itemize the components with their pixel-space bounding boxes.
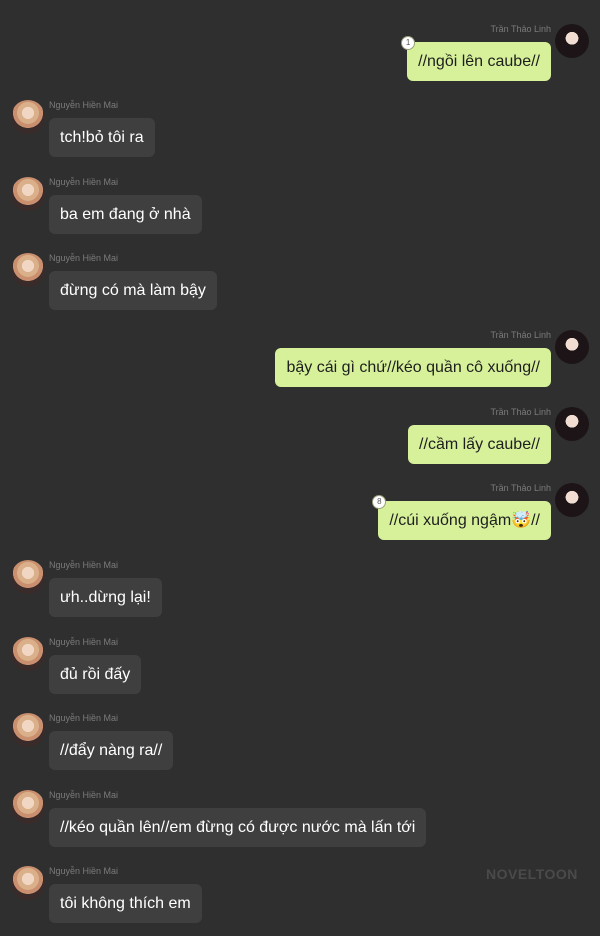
message-bubble[interactable]: ưh..dừng lại!: [49, 578, 162, 617]
avatar-tran-thao-linh[interactable]: [555, 24, 589, 58]
avatar-nguyen-hien-mai[interactable]: [11, 100, 45, 134]
message-bubble[interactable]: ba em đang ở nhà: [49, 195, 202, 234]
message-row: Nguyễn Hiền Mai đừng có mà làm bậy: [0, 253, 600, 323]
reaction-count-badge[interactable]: 1: [401, 36, 416, 50]
avatar-nguyen-hien-mai[interactable]: [11, 866, 45, 900]
message-bubble[interactable]: //đẩy nàng ra//: [49, 731, 174, 770]
message-row: Nguyễn Hiền Mai //đẩy nàng ra//: [0, 713, 600, 783]
reaction-count-badge[interactable]: 8: [372, 495, 387, 509]
message-row: Nguyễn Hiền Mai tch!bỏ tôi ra: [0, 100, 600, 170]
avatar-tran-thao-linh[interactable]: [555, 483, 589, 517]
sender-name: Nguyễn Hiền Mai: [49, 253, 119, 263]
message-row: Nguyễn Hiền Mai ba em đang ở nhà: [0, 177, 600, 247]
noveltoon-watermark: NOVELTOON: [486, 866, 578, 882]
sender-name: Nguyễn Hiền Mai: [49, 560, 119, 570]
avatar-nguyen-hien-mai[interactable]: [11, 713, 45, 747]
chat-thread: Trần Thảo Linh //ngồi lên caube//1 Nguyễn …: [0, 0, 600, 934]
message-row: Trần Thảo Linh //cầm lấy caube//: [0, 407, 600, 477]
sender-name: Trần Thảo Linh: [490, 483, 551, 493]
message-row: Trần Thảo Linh bậy cái gì chứ//kéo quần c…: [0, 330, 600, 400]
sender-name: Trần Thảo Linh: [490, 330, 551, 340]
sender-name: Nguyễn Hiền Mai: [49, 866, 119, 876]
message-row: Nguyễn Hiền Mai //kéo quần lên//em đừng c…: [0, 790, 600, 860]
message-bubble[interactable]: //kéo quần lên//em đừng có được nước mà …: [49, 808, 427, 847]
sender-name: Trần Thảo Linh: [490, 407, 551, 417]
message-bubble[interactable]: đừng có mà làm bậy: [49, 271, 217, 310]
message-bubble[interactable]: bậy cái gì chứ//kéo quần cô xuống//: [275, 348, 551, 387]
avatar-tran-thao-linh[interactable]: [555, 407, 589, 441]
message-bubble[interactable]: //cầm lấy caube//: [408, 425, 551, 464]
avatar-nguyen-hien-mai[interactable]: [11, 177, 45, 211]
message-row: Trần Thảo Linh //cúi xuống ngậm🤯//8: [0, 483, 600, 553]
message-bubble[interactable]: tôi không thích em: [49, 884, 202, 923]
avatar-nguyen-hien-mai[interactable]: [11, 253, 45, 287]
message-bubble[interactable]: //cúi xuống ngậm🤯//8: [372, 495, 551, 540]
message-row: Nguyễn Hiền Mai đủ rồi đấy: [0, 637, 600, 707]
message-bubble[interactable]: đủ rồi đấy: [49, 655, 142, 694]
message-bubble[interactable]: tch!bỏ tôi ra: [49, 118, 155, 157]
avatar-nguyen-hien-mai[interactable]: [11, 790, 45, 824]
message-bubble[interactable]: //ngồi lên caube//1: [401, 36, 551, 81]
sender-name: Trần Thảo Linh: [490, 24, 551, 34]
sender-name: Nguyễn Hiền Mai: [49, 177, 119, 187]
avatar-nguyen-hien-mai[interactable]: [11, 637, 45, 671]
message-row: Nguyễn Hiền Mai ưh..dừng lại!: [0, 560, 600, 630]
sender-name: Nguyễn Hiền Mai: [49, 637, 119, 647]
avatar-tran-thao-linh[interactable]: [555, 330, 589, 364]
sender-name: Nguyễn Hiền Mai: [49, 713, 119, 723]
message-row: Trần Thảo Linh //ngồi lên caube//1: [0, 24, 600, 94]
sender-name: Nguyễn Hiền Mai: [49, 790, 119, 800]
avatar-nguyen-hien-mai[interactable]: [11, 560, 45, 594]
sender-name: Nguyễn Hiền Mai: [49, 100, 119, 110]
